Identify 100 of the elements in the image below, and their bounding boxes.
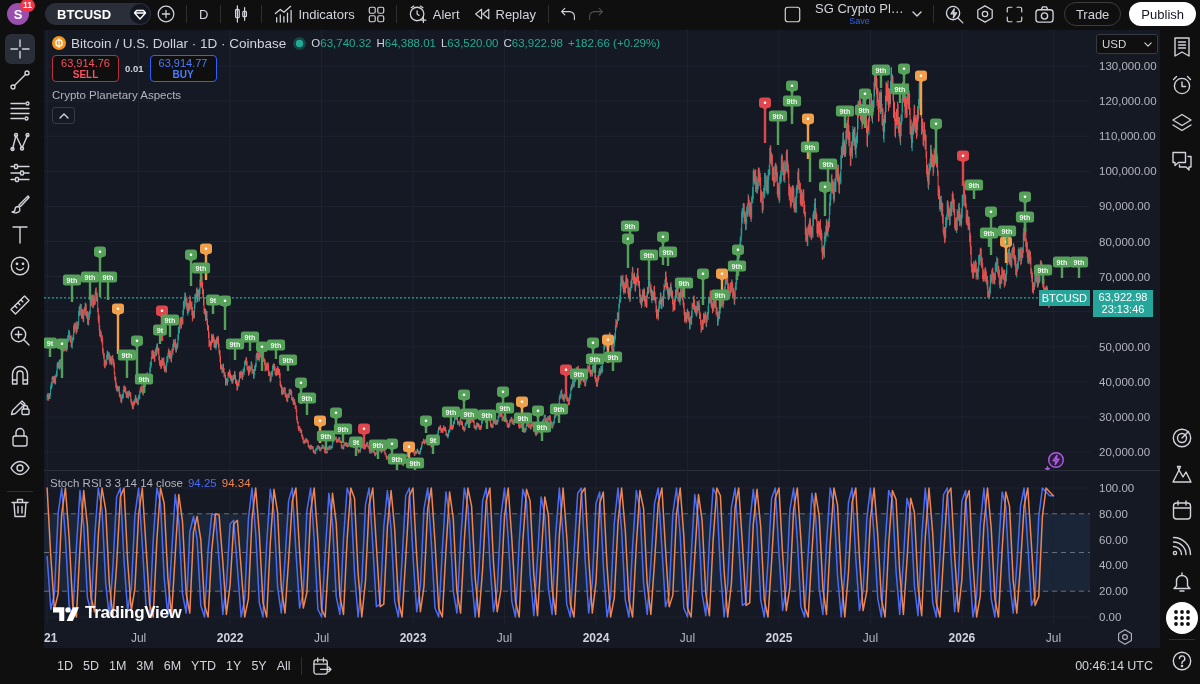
redo-icon [587,6,604,22]
square-icon [784,5,801,23]
sparkle-bolt-icon[interactable] [1044,451,1064,470]
currency-select[interactable]: USD [1096,34,1158,54]
symbol-title: Bitcoin / U.S. Dollar · 1D · Coinbase [71,35,287,51]
fullscreen-icon [1005,5,1023,23]
bell-icon [1172,572,1192,592]
rsi-axis-label: 20.00 [1099,585,1128,598]
range-button[interactable]: 3M [131,655,159,677]
chevron-down-icon [911,11,922,17]
ruler-icon [10,295,30,315]
rsi-axis-label: 100.00 [1099,482,1135,494]
crosshair-button[interactable] [5,34,35,64]
brush-icon [10,194,30,214]
indicator-title: Stoch RSI 3 3 14 14 close [50,477,183,489]
range-button[interactable]: 6M [158,655,187,677]
sell-button[interactable]: 63,914.76 SELL [52,55,119,82]
layout-name[interactable]: SG Crypto Pl… [815,2,904,16]
collapse-button[interactable] [52,107,75,124]
last-price: 63,922.98 [1098,291,1148,304]
rewind-icon [473,6,490,22]
watchlist-icon [1172,37,1192,57]
dot-grid-icon [1172,608,1192,628]
range-button[interactable]: YTD [186,655,222,677]
zoom-in-icon [10,326,30,346]
search-bolt-icon [944,4,964,24]
range-button[interactable]: 1Y [221,655,247,677]
publish-button[interactable]: Publish [1129,2,1196,26]
symbol-search[interactable]: BTCUSD [45,3,151,25]
trend-line-icon [10,70,30,90]
replay-button[interactable]: Replay [466,2,543,26]
clock-time: 00:46:14 UTC [1075,659,1153,673]
time-axis-label: 2024 [582,631,610,645]
buy-button[interactable]: 63,914.77 BUY [149,55,217,82]
alert-button[interactable]: Alert [401,1,467,27]
grid-icon [367,5,385,23]
chevron-up-icon [58,112,69,119]
ohlc-value: O63,740.32 [311,37,372,49]
time-axis-label: Jul [862,631,879,645]
zigzag-nodes-icon [10,132,30,152]
lock-icon [10,427,30,447]
magnet-icon [10,365,30,385]
time-axis-label: 2026 [948,631,976,645]
undo-icon [559,6,576,22]
symbol-tag: BTCUSD [1038,289,1090,306]
price-axis-label: 100,000.00 [1099,165,1157,178]
alarm-clock-icon [1172,75,1192,95]
range-button[interactable]: 5D [78,655,104,677]
price-axis-label: 110,000.00 [1099,130,1156,143]
time-axis-label: Jul [313,631,330,645]
chevron-down-icon [1144,41,1152,47]
dot-grid-button[interactable] [1166,602,1198,634]
crosshair-icon [10,39,30,59]
indicator-title: Crypto Planetary Aspects [52,89,182,101]
price-axis-label: 50,000.00 [1099,340,1151,353]
rsi-axis-label: 40.00 [1099,559,1128,572]
spread-value: 0.01 [125,63,144,74]
price-axis-label: 40,000.00 [1099,375,1151,388]
sliders-icon [10,163,30,183]
price-change: +182.66 (+0.29%) [568,37,661,49]
price-axis-label: 80,000.00 [1099,235,1151,248]
status-dot-icon [293,36,307,50]
time-axis-label: Jul [496,631,513,645]
plus-circle-icon [157,5,175,23]
price-axis-label: 120,000.00 [1099,95,1157,108]
help-icon [1172,651,1192,671]
indicator-value: 94.25 [187,477,217,489]
coin-icon [52,36,66,50]
save-link[interactable]: Save [849,16,870,26]
interval-button[interactable]: D [192,2,216,26]
time-axis-label: 2025 [765,631,793,645]
indicators-button[interactable]: Indicators [267,1,362,27]
time-axis-label: Jul [679,631,696,645]
time-axis-label: 2023 [399,631,427,645]
chart-bars-icon [274,5,293,23]
logo-mark-icon [53,605,79,621]
price-axis-label: 70,000.00 [1099,270,1151,283]
time-axis-label: 21 [44,631,58,645]
indicator-value: 94.34 [221,477,251,489]
range-button[interactable]: 5Y [246,655,272,677]
range-button[interactable]: All [271,655,296,677]
calendar-arrow-icon [312,656,332,676]
time-axis-label: Jul [130,631,147,645]
settings-icon [1117,628,1133,645]
bar-countdown: 23:13:46 [1101,303,1145,316]
range-button[interactable]: 1M [103,655,132,677]
eye-icon [10,458,30,478]
settings-icon [975,5,994,23]
time-axis-label: Jul [1045,631,1062,645]
scale-settings-button[interactable] [1117,628,1133,645]
rsi-axis-label: 60.00 [1099,533,1128,546]
broadcast-icon [1172,536,1192,556]
chat-icon [1172,151,1192,171]
trash-icon [10,498,30,518]
ohlc-value: H64,388.01 [376,37,436,49]
ohlc-value: C63,922.98 [503,37,563,49]
mountains-icon [1172,464,1192,484]
range-button[interactable]: 1D [52,655,78,677]
rsi-axis-label: 80.00 [1099,507,1128,520]
ohlc-value: L63,520.00 [440,37,499,49]
